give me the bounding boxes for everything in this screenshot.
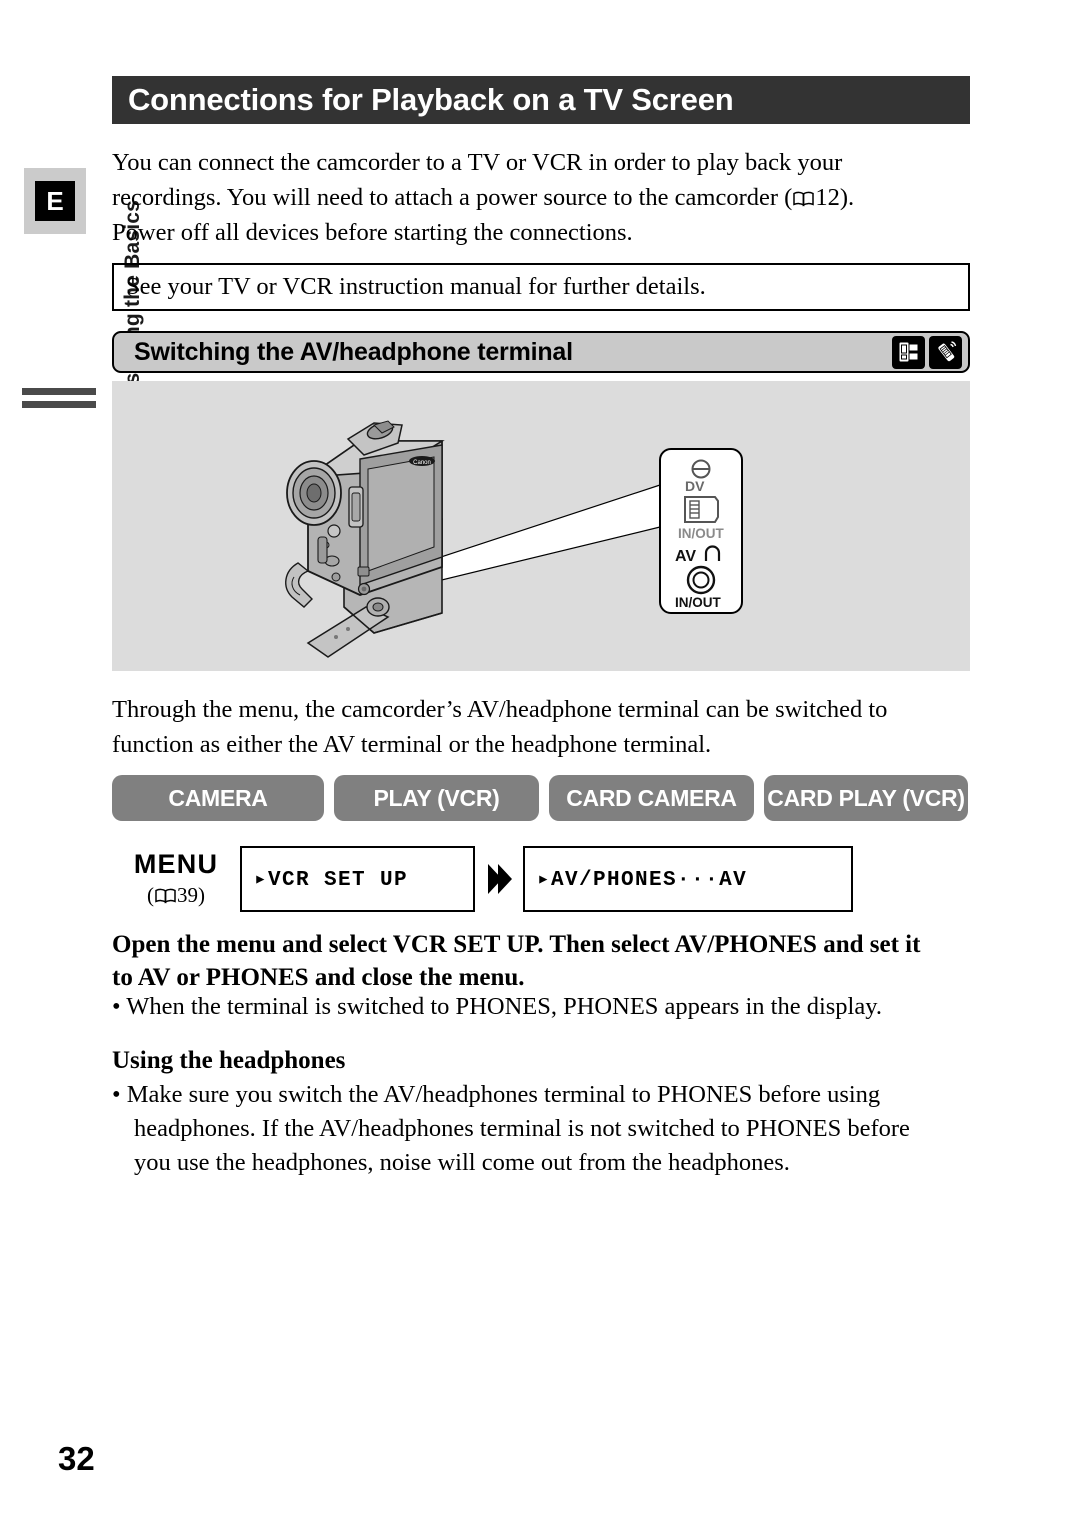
side-tab-rule-bottom bbox=[22, 401, 96, 408]
headphones-bullet-line-1: • Make sure you switch the AV/headphones… bbox=[112, 1081, 881, 1108]
remote-control-icon bbox=[929, 335, 962, 369]
intro-line-2: recordings. You will need to attach a po… bbox=[112, 180, 970, 215]
book-page-icon bbox=[793, 191, 815, 207]
menu-path-row: MENU (39) ▸VCR SET UP ▸AV/PHONES···AV bbox=[112, 845, 970, 913]
menu-label: MENU bbox=[133, 848, 219, 879]
intro-paragraph: You can connect the camcorder to a TV or… bbox=[112, 145, 970, 250]
mode-button-card-play-vcr[interactable]: CARD PLAY (VCR) bbox=[764, 775, 968, 821]
note-box-text: See your TV or VCR instruction manual fo… bbox=[126, 273, 706, 300]
svg-text:Canon: Canon bbox=[413, 460, 431, 466]
camcorder-diagram-panel: Canon DV IN/OUT AV IN/OUT bbox=[112, 381, 970, 671]
headphones-bullet-line-2: headphones. If the AV/headphones termina… bbox=[134, 1115, 910, 1142]
terminal-callout-panel: DV IN/OUT AV IN/OUT bbox=[659, 448, 743, 614]
language-tab: E bbox=[24, 168, 86, 234]
camcorder-illustration: Canon DV IN/OUT AV IN/OUT bbox=[112, 381, 970, 671]
bold-instruction-line-1: Open the menu and select VCR SET UP. The… bbox=[112, 931, 921, 958]
av-jack-icon bbox=[686, 565, 716, 595]
intro-page-ref: 12). bbox=[815, 184, 855, 211]
canon-logo: Canon bbox=[409, 456, 435, 466]
page-title: Connections for Playback on a TV Screen bbox=[128, 82, 734, 117]
side-tab-rule-top bbox=[22, 388, 96, 395]
mid-paragraph-line-1: Through the menu, the camcorder’s AV/hea… bbox=[112, 696, 888, 723]
menu-item-av-phones[interactable]: ▸AV/PHONES···AV bbox=[523, 846, 853, 912]
section-heading-text: Switching the AV/headphone terminal bbox=[134, 337, 573, 366]
page-title-bar: Connections for Playback on a TV Screen bbox=[112, 76, 970, 124]
memory-card-camcorder-icon bbox=[892, 335, 925, 369]
subsection-heading-using-headphones: Using the headphones bbox=[112, 1047, 346, 1074]
instruction-bullet: • When the terminal is switched to PHONE… bbox=[112, 993, 883, 1020]
menu-ref-open: ( bbox=[147, 882, 154, 907]
dv-port-icon bbox=[684, 496, 719, 523]
intro-line-3: Power off all devices before starting th… bbox=[112, 219, 633, 246]
dv-inout-label: IN/OUT bbox=[678, 526, 725, 541]
chapter-side-tab: Mastering the Basics bbox=[22, 200, 144, 638]
language-tab-letter: E bbox=[35, 181, 75, 221]
menu-page-reference: (39) bbox=[112, 883, 240, 908]
headphones-bullet-line-3: you use the headphones, noise will come … bbox=[134, 1149, 790, 1176]
menu-label-group: MENU (39) bbox=[112, 848, 240, 908]
section-heading-bar: Switching the AV/headphone terminal bbox=[112, 331, 970, 373]
mid-paragraph: Through the menu, the camcorder’s AV/hea… bbox=[112, 692, 970, 762]
mode-button-card-camera[interactable]: CARD CAMERA bbox=[549, 775, 754, 821]
headphones-bullet: • Make sure you switch the AV/headphones… bbox=[112, 1078, 970, 1180]
mid-paragraph-line-2: function as either the AV terminal or th… bbox=[112, 731, 712, 758]
note-box: See your TV or VCR instruction manual fo… bbox=[112, 263, 970, 311]
book-page-icon bbox=[155, 888, 176, 904]
av-label: AV bbox=[675, 548, 696, 565]
double-chevron-right-icon bbox=[475, 861, 523, 897]
intro-line-2-text: recordings. You will need to attach a po… bbox=[112, 184, 793, 211]
mode-button-play-vcr[interactable]: PLAY (VCR) bbox=[334, 775, 539, 821]
page-number: 32 bbox=[58, 1440, 95, 1477]
mode-button-camera[interactable]: CAMERA bbox=[112, 775, 324, 821]
intro-line-1: You can connect the camcorder to a TV or… bbox=[112, 149, 843, 176]
dv-symbol-icon bbox=[691, 459, 711, 479]
bold-instruction: Open the menu and select VCR SET UP. The… bbox=[112, 928, 970, 994]
menu-ref-page: 39) bbox=[177, 882, 205, 907]
menu-item-vcr-set-up[interactable]: ▸VCR SET UP bbox=[240, 846, 475, 912]
av-inout-label: IN/OUT bbox=[675, 595, 722, 610]
dv-label: DV bbox=[685, 478, 705, 494]
operating-mode-row: CAMERA PLAY (VCR) CARD CAMERA CARD PLAY … bbox=[112, 775, 970, 821]
